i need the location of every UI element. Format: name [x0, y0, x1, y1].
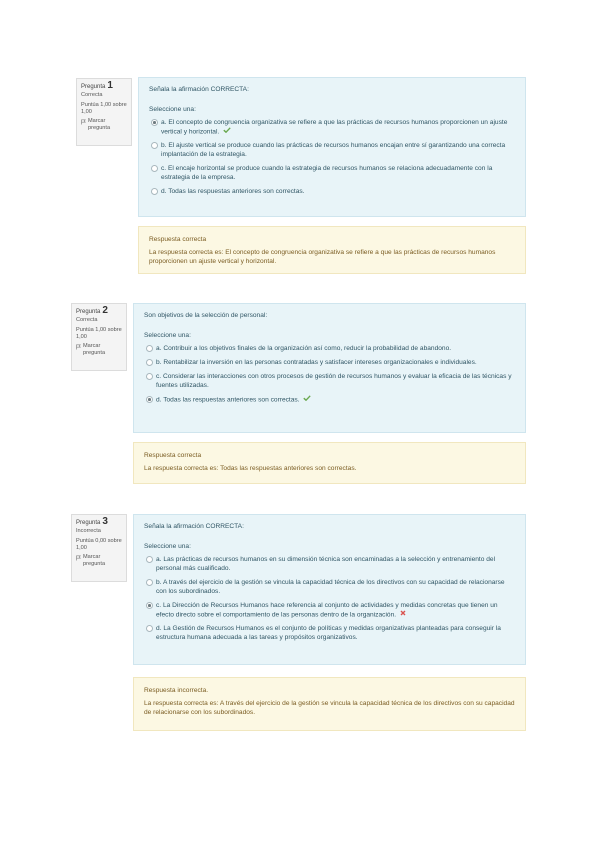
- feedback-text: La respuesta correcta es: A través del e…: [144, 700, 515, 716]
- question-info: Pregunta 1 Correcta Puntúa 1,00 sobre 1,0…: [76, 78, 132, 146]
- flag-icon: [76, 343, 83, 353]
- option-text: c. Considerar las interacciones con otro…: [156, 373, 512, 389]
- answer-option-d[interactable]: d. Todas las respuestas anteriores son c…: [149, 187, 515, 196]
- option-text: d. Todas las respuestas anteriores son c…: [161, 188, 305, 196]
- flag-question-button[interactable]: Marcar pregunta: [81, 118, 127, 132]
- flag-icon: [76, 554, 83, 564]
- feedback-title: Respuesta correcta: [149, 236, 207, 243]
- feedback-title: Respuesta incorrecta.: [144, 687, 209, 694]
- feedback-text: La respuesta correcta es: El concepto de…: [149, 249, 496, 265]
- question-number: 1: [107, 80, 113, 91]
- flag-question-button[interactable]: Marcar pregunta: [76, 343, 122, 357]
- question-info: Pregunta 3 Incorrecta Puntúa 0,00 sobre 1…: [71, 514, 127, 582]
- flag-label: Marcar pregunta: [88, 118, 111, 131]
- question-text: Señala la afirmación CORRECTA:: [149, 86, 249, 93]
- radio-button[interactable]: [146, 602, 153, 609]
- question-state: Incorrecta: [76, 528, 101, 534]
- question-grade: Puntúa 1,00 sobre 1,00: [76, 327, 122, 340]
- question-number: 3: [102, 516, 108, 527]
- answer-option-d[interactable]: d. Todas las respuestas anteriores son c…: [144, 395, 515, 404]
- option-text: b. Rentabilizar la inversión en las pers…: [156, 359, 477, 366]
- answer-option-b[interactable]: b. A través del ejercicio de la gestión …: [144, 578, 515, 596]
- option-text: c. La Dirección de Recursos Humanos hace…: [156, 602, 498, 619]
- question-state: Correcta: [81, 92, 103, 98]
- correct-check-icon: [303, 395, 312, 404]
- question-text: Son objetivos de la selección de persona…: [144, 312, 268, 319]
- answer-option-a[interactable]: a. Las prácticas de recursos humanos en …: [144, 555, 515, 573]
- flag-label: Marcar pregunta: [83, 554, 106, 567]
- question-text: Señala la afirmación CORRECTA:: [144, 523, 244, 530]
- flag-label: Marcar pregunta: [83, 343, 106, 356]
- option-text: b. A través del ejercicio de la gestión …: [156, 579, 505, 595]
- question-number: 2: [102, 305, 108, 316]
- option-text: d. La Gestión de Recursos Humanos es el …: [156, 625, 501, 642]
- radio-button[interactable]: [146, 556, 153, 563]
- radio-button[interactable]: [146, 359, 153, 366]
- question-formulation: Son objetivos de la selección de persona…: [133, 303, 526, 433]
- question-formulation: Señala la afirmación CORRECTA: Seleccion…: [133, 514, 526, 665]
- radio-button[interactable]: [146, 579, 153, 586]
- answer-option-c[interactable]: c. El encaje horizontal se produce cuand…: [149, 164, 515, 182]
- answer-option-b[interactable]: b. Rentabilizar la inversión en las pers…: [144, 358, 515, 367]
- radio-button[interactable]: [146, 373, 153, 380]
- radio-button[interactable]: [151, 119, 158, 126]
- answer-prompt: Seleccione una:: [144, 543, 191, 550]
- option-text: d. Todas las respuestas anteriores son c…: [156, 396, 300, 404]
- question-title: Pregunta: [81, 84, 106, 90]
- feedback-box: Respuesta correcta La respuesta correcta…: [138, 226, 526, 274]
- answer-option-b[interactable]: b. El ajuste vertical se produce cuando …: [149, 141, 515, 159]
- option-text: a. El concepto de congruencia organizati…: [161, 119, 508, 136]
- option-text: b. El ajuste vertical se produce cuando …: [161, 142, 506, 159]
- flag-icon: [81, 118, 88, 128]
- radio-button[interactable]: [151, 188, 158, 196]
- feedback-box: Respuesta incorrecta. La respuesta corre…: [133, 677, 526, 731]
- flag-question-button[interactable]: Marcar pregunta: [76, 554, 122, 568]
- answer-option-c[interactable]: c. La Dirección de Recursos Humanos hace…: [144, 601, 515, 619]
- answer-option-d[interactable]: d. La Gestión de Recursos Humanos es el …: [144, 624, 515, 642]
- answer-option-a[interactable]: a. Contribuir a los objetivos finales de…: [144, 344, 515, 353]
- option-text: c. El encaje horizontal se produce cuand…: [161, 165, 493, 182]
- question-title: Pregunta: [76, 309, 101, 315]
- question-formulation: Señala la afirmación CORRECTA: Seleccion…: [138, 77, 526, 217]
- feedback-title: Respuesta correcta: [144, 452, 202, 459]
- answer-prompt: Seleccione una:: [144, 332, 191, 339]
- correct-check-icon: [223, 127, 231, 136]
- question-state: Correcta: [76, 317, 98, 323]
- question-info: Pregunta 2 Correcta Puntúa 1,00 sobre 1,0…: [71, 303, 127, 371]
- answer-option-c[interactable]: c. Considerar las interacciones con otro…: [144, 372, 515, 390]
- radio-button[interactable]: [146, 345, 153, 352]
- answer-option-a[interactable]: a. El concepto de congruencia organizati…: [149, 118, 515, 136]
- radio-button[interactable]: [151, 165, 158, 173]
- incorrect-x-icon: [400, 610, 406, 619]
- question-title: Pregunta: [76, 520, 101, 526]
- question-grade: Puntúa 1,00 sobre 1,00: [81, 102, 127, 115]
- feedback-box: Respuesta correcta La respuesta correcta…: [133, 442, 526, 484]
- question-grade: Puntúa 0,00 sobre 1,00: [76, 538, 122, 551]
- option-text: a. Contribuir a los objetivos finales de…: [156, 345, 452, 352]
- option-text: a. Las prácticas de recursos humanos en …: [156, 556, 496, 572]
- feedback-text: La respuesta correcta es: Todas las resp…: [144, 465, 357, 472]
- radio-button[interactable]: [146, 396, 153, 403]
- answer-prompt: Seleccione una:: [149, 106, 196, 113]
- radio-button[interactable]: [151, 142, 158, 150]
- radio-button[interactable]: [146, 625, 153, 633]
